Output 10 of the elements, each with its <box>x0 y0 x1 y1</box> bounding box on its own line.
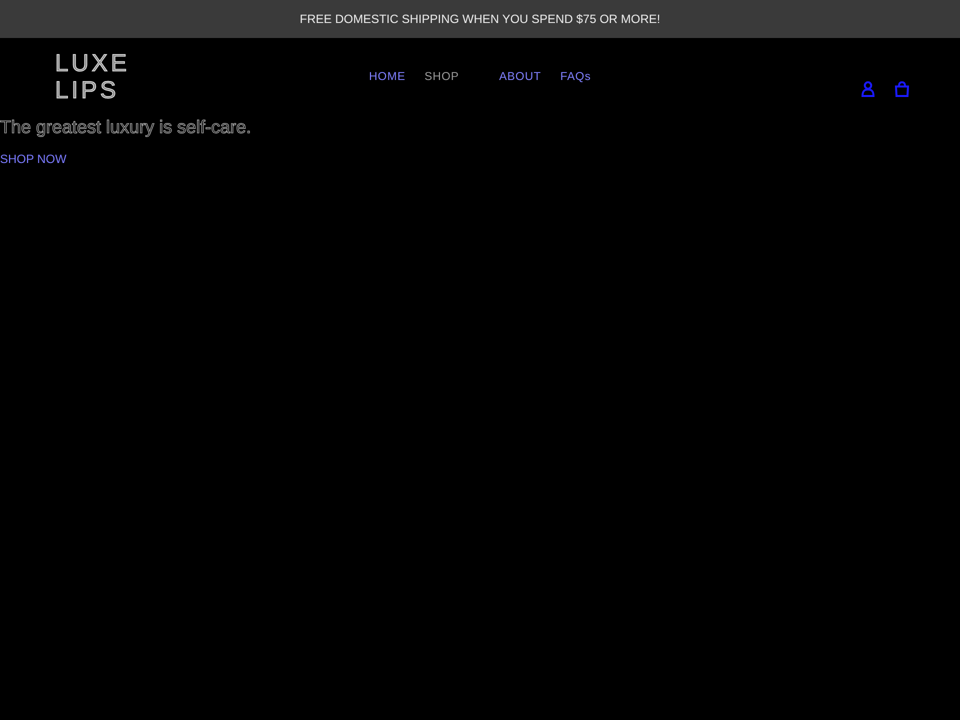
nav-dropdown[interactable]: SHOP <box>424 72 460 84</box>
logo[interactable]: LUXE LIPS <box>55 50 130 104</box>
announcement-text: FREE DOMESTIC SHIPPING WHEN YOU SPEND $75 OR MORE! <box>300 11 660 28</box>
nav-link[interactable]: FAQs <box>560 72 591 84</box>
nav-link[interactable]: ABOUT <box>499 72 542 84</box>
shop-now-link[interactable]: SHOP NOW <box>0 152 66 166</box>
shopping-bag-icon[interactable] <box>894 81 910 97</box>
nav-link[interactable]: HOME <box>369 72 406 84</box>
hero-heading: The greatest luxury is self-care. <box>0 116 252 138</box>
account-icon[interactable] <box>861 81 875 97</box>
